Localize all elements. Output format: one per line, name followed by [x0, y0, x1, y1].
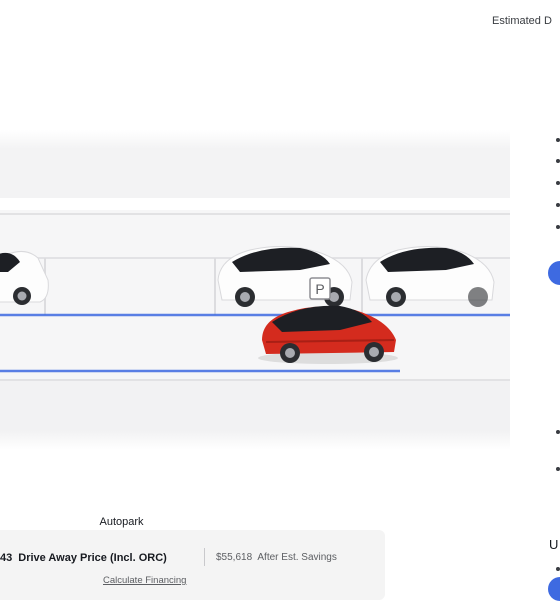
price-summary-bar — [0, 530, 385, 600]
autopark-hero-image: P — [0, 130, 510, 450]
savings-amount: $55,618 — [216, 552, 253, 563]
parking-sign-icon: P — [309, 277, 331, 300]
feature-bullet — [556, 567, 560, 571]
feature-bullet — [556, 430, 560, 434]
select-button[interactable] — [548, 261, 560, 285]
drive-away-price: 43 Drive Away Price (Incl. ORC) — [0, 552, 167, 564]
feature-bullet — [556, 138, 560, 142]
feature-bullet — [556, 159, 560, 163]
savings-price: $55,618 After Est. Savings — [216, 552, 337, 563]
autopark-caption: Autopark — [99, 516, 144, 528]
price-divider — [204, 548, 205, 566]
savings-label: After Est. Savings — [257, 552, 337, 563]
price-amount-fragment: 43 — [0, 552, 13, 564]
feature-bullet — [556, 467, 560, 471]
select-button[interactable] — [548, 577, 560, 601]
feature-bullet — [556, 225, 560, 229]
feature-bullet — [556, 181, 560, 185]
price-label: Drive Away Price (Incl. ORC) — [18, 552, 167, 564]
estimated-delivery-label: Estimated D — [492, 15, 552, 27]
calculate-financing-link[interactable]: Calculate Financing — [103, 575, 186, 586]
parking-sign-letter: P — [315, 281, 324, 297]
upgrade-heading: U — [549, 537, 559, 552]
road-edge-top — [0, 198, 510, 210]
autopark-illustration: P — [0, 198, 510, 381]
feature-bullet — [556, 203, 560, 207]
